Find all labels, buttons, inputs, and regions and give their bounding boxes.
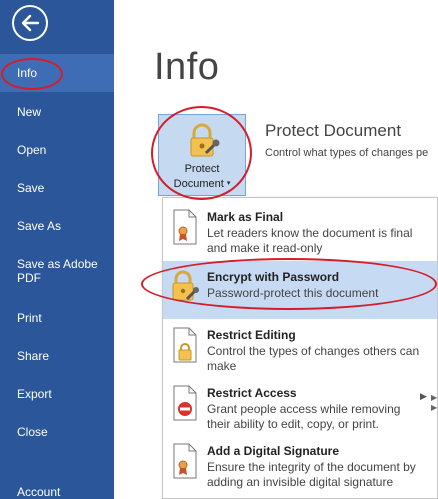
lock-key-icon [172, 270, 199, 301]
no-entry-document-icon [173, 385, 197, 421]
back-arrow-icon [21, 14, 40, 32]
menu-item-description: Ensure the integrity of the document by … [207, 460, 416, 489]
menu-item-title: Restrict Editing [207, 328, 296, 342]
nav-label: Info [17, 66, 38, 80]
menu-item-description: Control the types of changes others can … [207, 344, 420, 373]
nav-item-new[interactable]: New [0, 105, 114, 119]
menu-item-restrict-editing[interactable]: Restrict Editing Control the types of ch… [163, 319, 437, 377]
nav-item-share[interactable]: Share [0, 349, 114, 363]
nav-item-info[interactable]: Info [0, 54, 114, 92]
menu-item-description: Let readers know the document is final a… [207, 226, 413, 255]
menu-item-title: Mark as Final [207, 210, 284, 224]
nav-item-print[interactable]: Print [0, 311, 114, 325]
edge-fragment: ▶ [431, 393, 438, 402]
nav-item-open[interactable]: Open [0, 143, 114, 157]
ribbon-document-icon [173, 443, 197, 479]
protect-document-button[interactable]: Protect Document ▾ [158, 114, 246, 196]
nav-item-export[interactable]: Export [0, 387, 114, 401]
lock-key-icon [190, 123, 220, 157]
lock-document-icon [173, 327, 197, 363]
submenu-arrow-icon: ▶ [420, 391, 427, 401]
nav-item-save-as-adobe-pdf[interactable]: Save as Adobe PDF [0, 257, 100, 285]
protect-heading: Protect Document [265, 121, 402, 140]
ribbon-document-icon [173, 209, 197, 245]
menu-item-encrypt-with-password[interactable]: Encrypt with Password Password-protect t… [163, 261, 437, 319]
protect-button-label-line1: Protect [184, 163, 220, 175]
menu-item-description: Grant people access while removing their… [207, 402, 401, 431]
dropdown-arrow-icon: ▾ [226, 180, 231, 188]
menu-item-description: Password-protect this document [207, 286, 379, 300]
nav-item-save-as[interactable]: Save As [0, 219, 114, 233]
protect-button-label-line2: Document ▾ [173, 178, 231, 190]
menu-item-restrict-access[interactable]: Restrict Access Grant people access whil… [163, 377, 437, 435]
nav-item-account[interactable]: Account [0, 485, 114, 499]
protect-description: Control what types of changes pe [265, 147, 429, 159]
page-title: Info [154, 46, 220, 88]
edge-fragment: ▶ [431, 403, 438, 412]
menu-item-title: Add a Digital Signature [207, 444, 340, 458]
back-button[interactable] [12, 5, 48, 41]
protect-document-menu: Mark as Final Let readers know the docum… [162, 197, 438, 499]
menu-item-title: Encrypt with Password [207, 270, 340, 284]
menu-item-mark-as-final[interactable]: Mark as Final Let readers know the docum… [163, 201, 437, 259]
backstage-sidebar: Info New Open Save Save As Save as Adobe… [0, 0, 114, 499]
nav-item-save[interactable]: Save [0, 181, 114, 195]
nav-item-close[interactable]: Close [0, 425, 114, 439]
menu-item-title: Restrict Access [207, 386, 297, 400]
menu-item-add-digital-signature[interactable]: Add a Digital Signature Ensure the integ… [163, 435, 437, 493]
